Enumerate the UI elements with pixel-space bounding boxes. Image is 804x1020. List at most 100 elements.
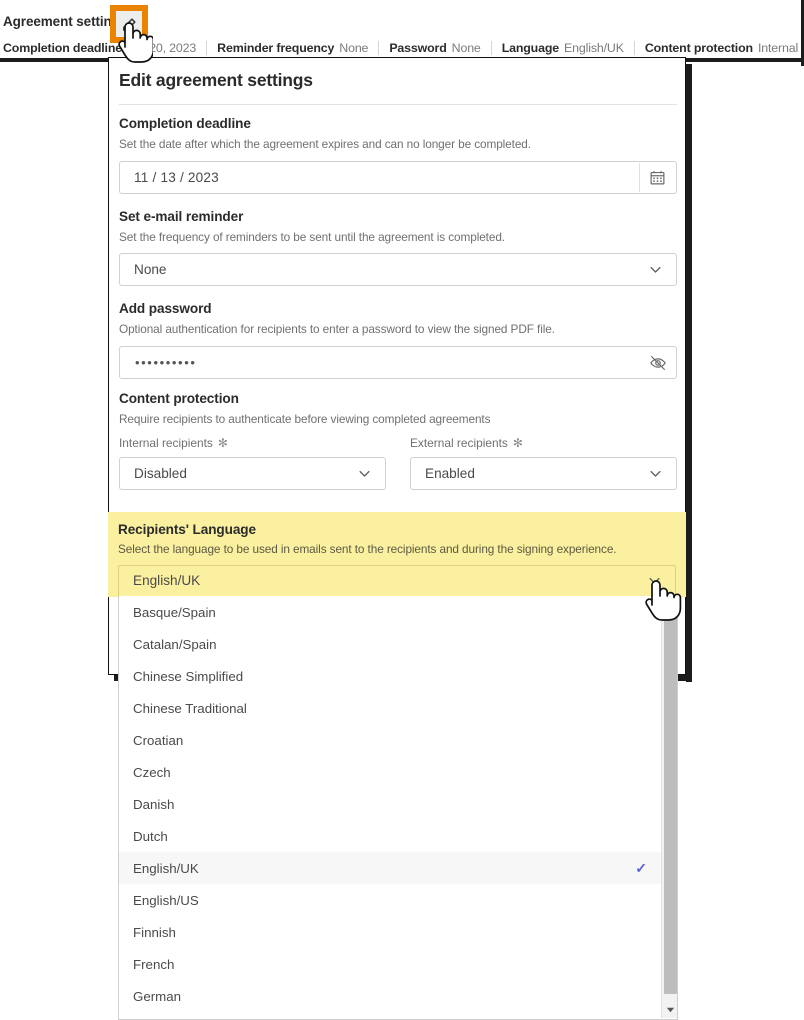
section-description: Optional authentication for recipients t… bbox=[119, 322, 555, 337]
dropdown-option[interactable]: Finnish bbox=[119, 916, 677, 948]
page-title: Agreement settings bbox=[3, 13, 128, 29]
dropdown-option-label: Danish bbox=[133, 796, 175, 812]
section-title: Recipients' Language bbox=[118, 522, 256, 537]
meta-password: Password None bbox=[389, 41, 481, 55]
eye-off-icon[interactable] bbox=[640, 348, 675, 377]
required-asterisk-icon: ✻ bbox=[217, 435, 228, 450]
section-description: Set the date after which the agreement e… bbox=[119, 137, 531, 151]
completion-deadline-date-input[interactable]: 11 / 13 / 2023 bbox=[119, 160, 677, 194]
dropdown-scrollbar[interactable] bbox=[661, 596, 677, 1018]
topbar-title-row: Agreement settings bbox=[0, 10, 127, 32]
chevron-down-icon[interactable] bbox=[647, 566, 662, 596]
meta-key: Language bbox=[501, 41, 560, 55]
dropdown-option[interactable]: Danish bbox=[119, 788, 677, 820]
reminder-frequency-value: None bbox=[134, 262, 167, 278]
divider bbox=[378, 41, 380, 55]
recipients-language-select[interactable]: English/UK bbox=[118, 564, 676, 597]
label-text: External recipients bbox=[410, 435, 508, 450]
agreement-settings-topbar: Agreement settings Completion deadline O… bbox=[0, 0, 804, 58]
recipients-language-value: English/UK bbox=[133, 573, 201, 589]
required-asterisk-icon: ✻ bbox=[512, 435, 523, 450]
meta-reminder-frequency: Reminder frequency None bbox=[217, 41, 368, 55]
password-input[interactable]: •••••••••• bbox=[119, 346, 677, 380]
meta-key: Completion deadline bbox=[3, 41, 122, 55]
dropdown-option[interactable]: Dutch bbox=[119, 820, 677, 852]
dropdown-option[interactable]: Chinese Traditional bbox=[119, 692, 677, 724]
divider bbox=[633, 41, 635, 55]
dropdown-option-label: Czech bbox=[133, 764, 171, 780]
section-description: Require recipients to authenticate befor… bbox=[119, 412, 491, 427]
internal-recipients-select[interactable]: Disabled bbox=[119, 456, 386, 490]
recipients-language-dropdown-list[interactable]: Basque/Spain Catalan/Spain Chinese Simplif… bbox=[118, 596, 678, 1020]
external-recipients-select[interactable]: Enabled bbox=[410, 456, 677, 490]
meta-key: Password bbox=[389, 41, 447, 55]
label-text: Internal recipients bbox=[119, 435, 213, 450]
dropdown-option-label: French bbox=[133, 956, 175, 972]
dropdown-option[interactable]: Catalan/Spain bbox=[119, 628, 677, 660]
dropdown-option[interactable]: Chinese Simplified bbox=[119, 660, 677, 692]
dialog-title: Edit agreement settings bbox=[119, 70, 313, 90]
scroll-down-arrow-icon[interactable] bbox=[662, 1000, 677, 1018]
dropdown-option[interactable]: Czech bbox=[119, 756, 677, 788]
dropdown-option[interactable]: English/UK ✓ bbox=[119, 852, 677, 884]
dropdown-option-label: Basque/Spain bbox=[133, 604, 216, 620]
meta-value: None bbox=[451, 41, 481, 55]
calendar-icon[interactable] bbox=[639, 162, 675, 192]
external-recipients-value: Enabled bbox=[425, 465, 475, 481]
meta-value: None bbox=[339, 41, 369, 55]
content-protection-fields: Internal recipients ✻ Disabled External … bbox=[119, 436, 677, 490]
section-add-password: Add password Optional authentication for… bbox=[119, 301, 677, 380]
dropdown-option[interactable]: French bbox=[119, 948, 677, 980]
password-value: •••••••••• bbox=[135, 355, 197, 371]
dropdown-option-label: German bbox=[133, 988, 182, 1004]
date-value: 11 / 13 / 2023 bbox=[134, 169, 219, 185]
dropdown-option[interactable]: Basque/Spain bbox=[119, 596, 677, 628]
dialog-title-divider bbox=[119, 104, 677, 105]
modal-shadow-right bbox=[686, 64, 692, 682]
internal-recipients-label: Internal recipients ✻ bbox=[119, 436, 386, 450]
meta-key: Reminder frequency bbox=[217, 41, 335, 55]
section-title: Add password bbox=[119, 301, 212, 317]
section-content-protection: Content protection Require recipients to… bbox=[119, 391, 677, 490]
divider bbox=[490, 41, 492, 55]
chevron-down-icon bbox=[648, 254, 663, 285]
meta-key: Content protection bbox=[644, 41, 753, 55]
agreement-meta-row: Completion deadline Oct 20, 2023 Reminde… bbox=[0, 38, 804, 58]
check-icon: ✓ bbox=[635, 859, 647, 876]
external-recipients-group: External recipients ✻ Enabled bbox=[410, 436, 677, 490]
dropdown-option[interactable]: Croatian bbox=[119, 724, 677, 756]
meta-completion-deadline: Completion deadline Oct 20, 2023 bbox=[3, 41, 196, 55]
internal-recipients-group: Internal recipients ✻ Disabled bbox=[119, 436, 386, 490]
dropdown-option-label: English/US bbox=[133, 892, 199, 908]
dropdown-option[interactable]: German bbox=[119, 980, 677, 1012]
meta-content-protection: Content protection Internal disabled & E… bbox=[645, 41, 804, 55]
section-title: Completion deadline bbox=[119, 116, 251, 131]
dropdown-option-label: Croatian bbox=[133, 732, 184, 748]
meta-value: Oct 20, 2023 bbox=[127, 41, 197, 55]
section-title: Content protection bbox=[119, 391, 239, 407]
meta-value: English/UK bbox=[564, 41, 624, 55]
chevron-down-icon bbox=[648, 458, 663, 489]
dropdown-options: Basque/Spain Catalan/Spain Chinese Simplif… bbox=[119, 596, 677, 1012]
divider bbox=[206, 41, 208, 55]
dialog-form: Completion deadline Set the date after w… bbox=[119, 116, 677, 490]
reminder-frequency-select[interactable]: None bbox=[119, 253, 677, 287]
section-email-reminder: Set e-mail reminder Set the frequency of… bbox=[119, 209, 677, 287]
dropdown-option[interactable]: English/US bbox=[119, 884, 677, 916]
meta-language: Language English/UK bbox=[502, 41, 624, 55]
dropdown-option-label: Finnish bbox=[133, 924, 176, 940]
dropdown-option-label: Chinese Simplified bbox=[133, 668, 244, 684]
external-recipients-label: External recipients ✻ bbox=[410, 436, 677, 450]
meta-value: Internal disabled & External enabled bbox=[757, 41, 804, 55]
scrollbar-thumb[interactable] bbox=[664, 616, 677, 994]
dropdown-option-label: English/UK bbox=[133, 860, 199, 876]
section-description: Select the language to be used in emails… bbox=[118, 542, 617, 556]
section-recipients-language: Recipients' Language Select the language… bbox=[108, 512, 686, 597]
section-title: Set e-mail reminder bbox=[119, 208, 244, 224]
section-completion-deadline: Completion deadline Set the date after w… bbox=[119, 116, 677, 194]
pencil-icon bbox=[116, 11, 142, 37]
internal-recipients-value: Disabled bbox=[134, 465, 187, 481]
